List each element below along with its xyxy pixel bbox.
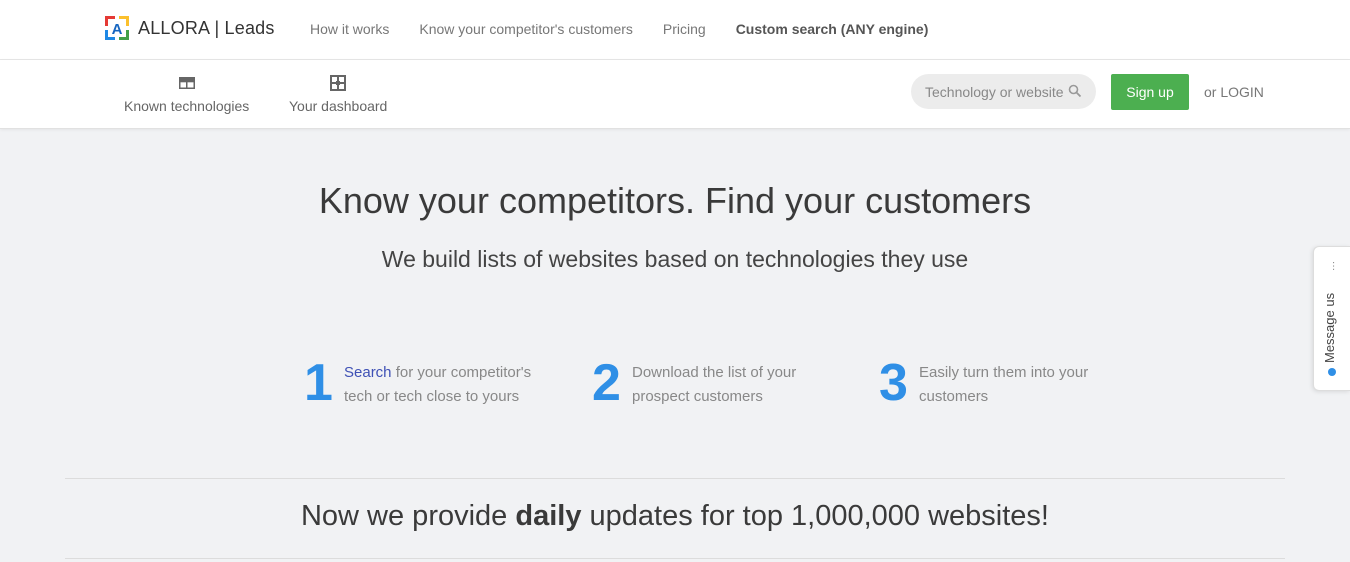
- top-navbar: A ALLORA | Leads How it works Know your …: [0, 0, 1350, 60]
- main-nav: How it works Know your competitor's cust…: [310, 0, 958, 58]
- banner-bold: daily: [515, 500, 582, 532]
- step-description: Easily turn them into your customers: [919, 364, 1089, 405]
- updates-banner: Now we provide daily updates for top 1,0…: [0, 500, 1350, 533]
- signup-button[interactable]: Sign up: [1111, 74, 1189, 110]
- step-description: Download the list of your prospect custo…: [632, 364, 797, 405]
- step-text: Search for your competitor's tech or tec…: [344, 355, 549, 411]
- nav-know-competitors-customers[interactable]: Know your competitor's customers: [419, 21, 633, 37]
- technology-search: [911, 74, 1096, 109]
- dashboard-icon: [330, 75, 347, 91]
- nav-pricing[interactable]: Pricing: [663, 21, 706, 37]
- step-1: 1 Search for your competitor's tech or t…: [304, 355, 549, 411]
- your-dashboard-link[interactable]: Your dashboard: [289, 75, 387, 114]
- known-technologies-link[interactable]: Known technologies: [124, 75, 249, 114]
- allora-logo-icon: A: [105, 16, 129, 40]
- step-number: 1: [304, 354, 333, 412]
- step-3: 3 Easily turn them into your customers: [879, 355, 1109, 411]
- secondary-toolbar: Known technologies Your dashboard Sign u…: [0, 60, 1350, 129]
- your-dashboard-label: Your dashboard: [289, 98, 388, 114]
- banner-prefix: Now we provide: [300, 500, 516, 532]
- brand-name: ALLORA | Leads: [138, 17, 275, 38]
- hero-title: Know your competitors. Find your custome…: [318, 180, 1032, 221]
- known-technologies-label: Known technologies: [124, 98, 250, 114]
- svg-text:A: A: [112, 21, 123, 38]
- banner-suffix: updates for top 1,000,000 websites!: [581, 500, 1050, 532]
- brand-logo[interactable]: A ALLORA | Leads: [104, 15, 275, 41]
- search-link[interactable]: Search: [344, 364, 392, 381]
- more-dots-icon: ···: [1328, 261, 1339, 271]
- nav-custom-search[interactable]: Custom search (ANY engine): [736, 21, 929, 37]
- nav-how-it-works[interactable]: How it works: [310, 21, 389, 37]
- divider: [65, 478, 1285, 479]
- search-input[interactable]: [925, 83, 1065, 100]
- online-status-dot: [1328, 368, 1336, 376]
- table-icon: [178, 77, 195, 89]
- message-us-label: Message us: [1322, 292, 1337, 363]
- divider: [65, 558, 1285, 559]
- step-number: 3: [879, 354, 908, 412]
- message-us-tab[interactable]: ··· Message us: [1313, 246, 1350, 391]
- hero-subtitle: We build lists of websites based on tech…: [381, 246, 969, 272]
- login-link[interactable]: or LOGIN: [1204, 84, 1264, 100]
- search-icon[interactable]: [1068, 84, 1082, 98]
- step-2: 2 Download the list of your prospect cus…: [592, 355, 822, 411]
- step-number: 2: [592, 354, 621, 412]
